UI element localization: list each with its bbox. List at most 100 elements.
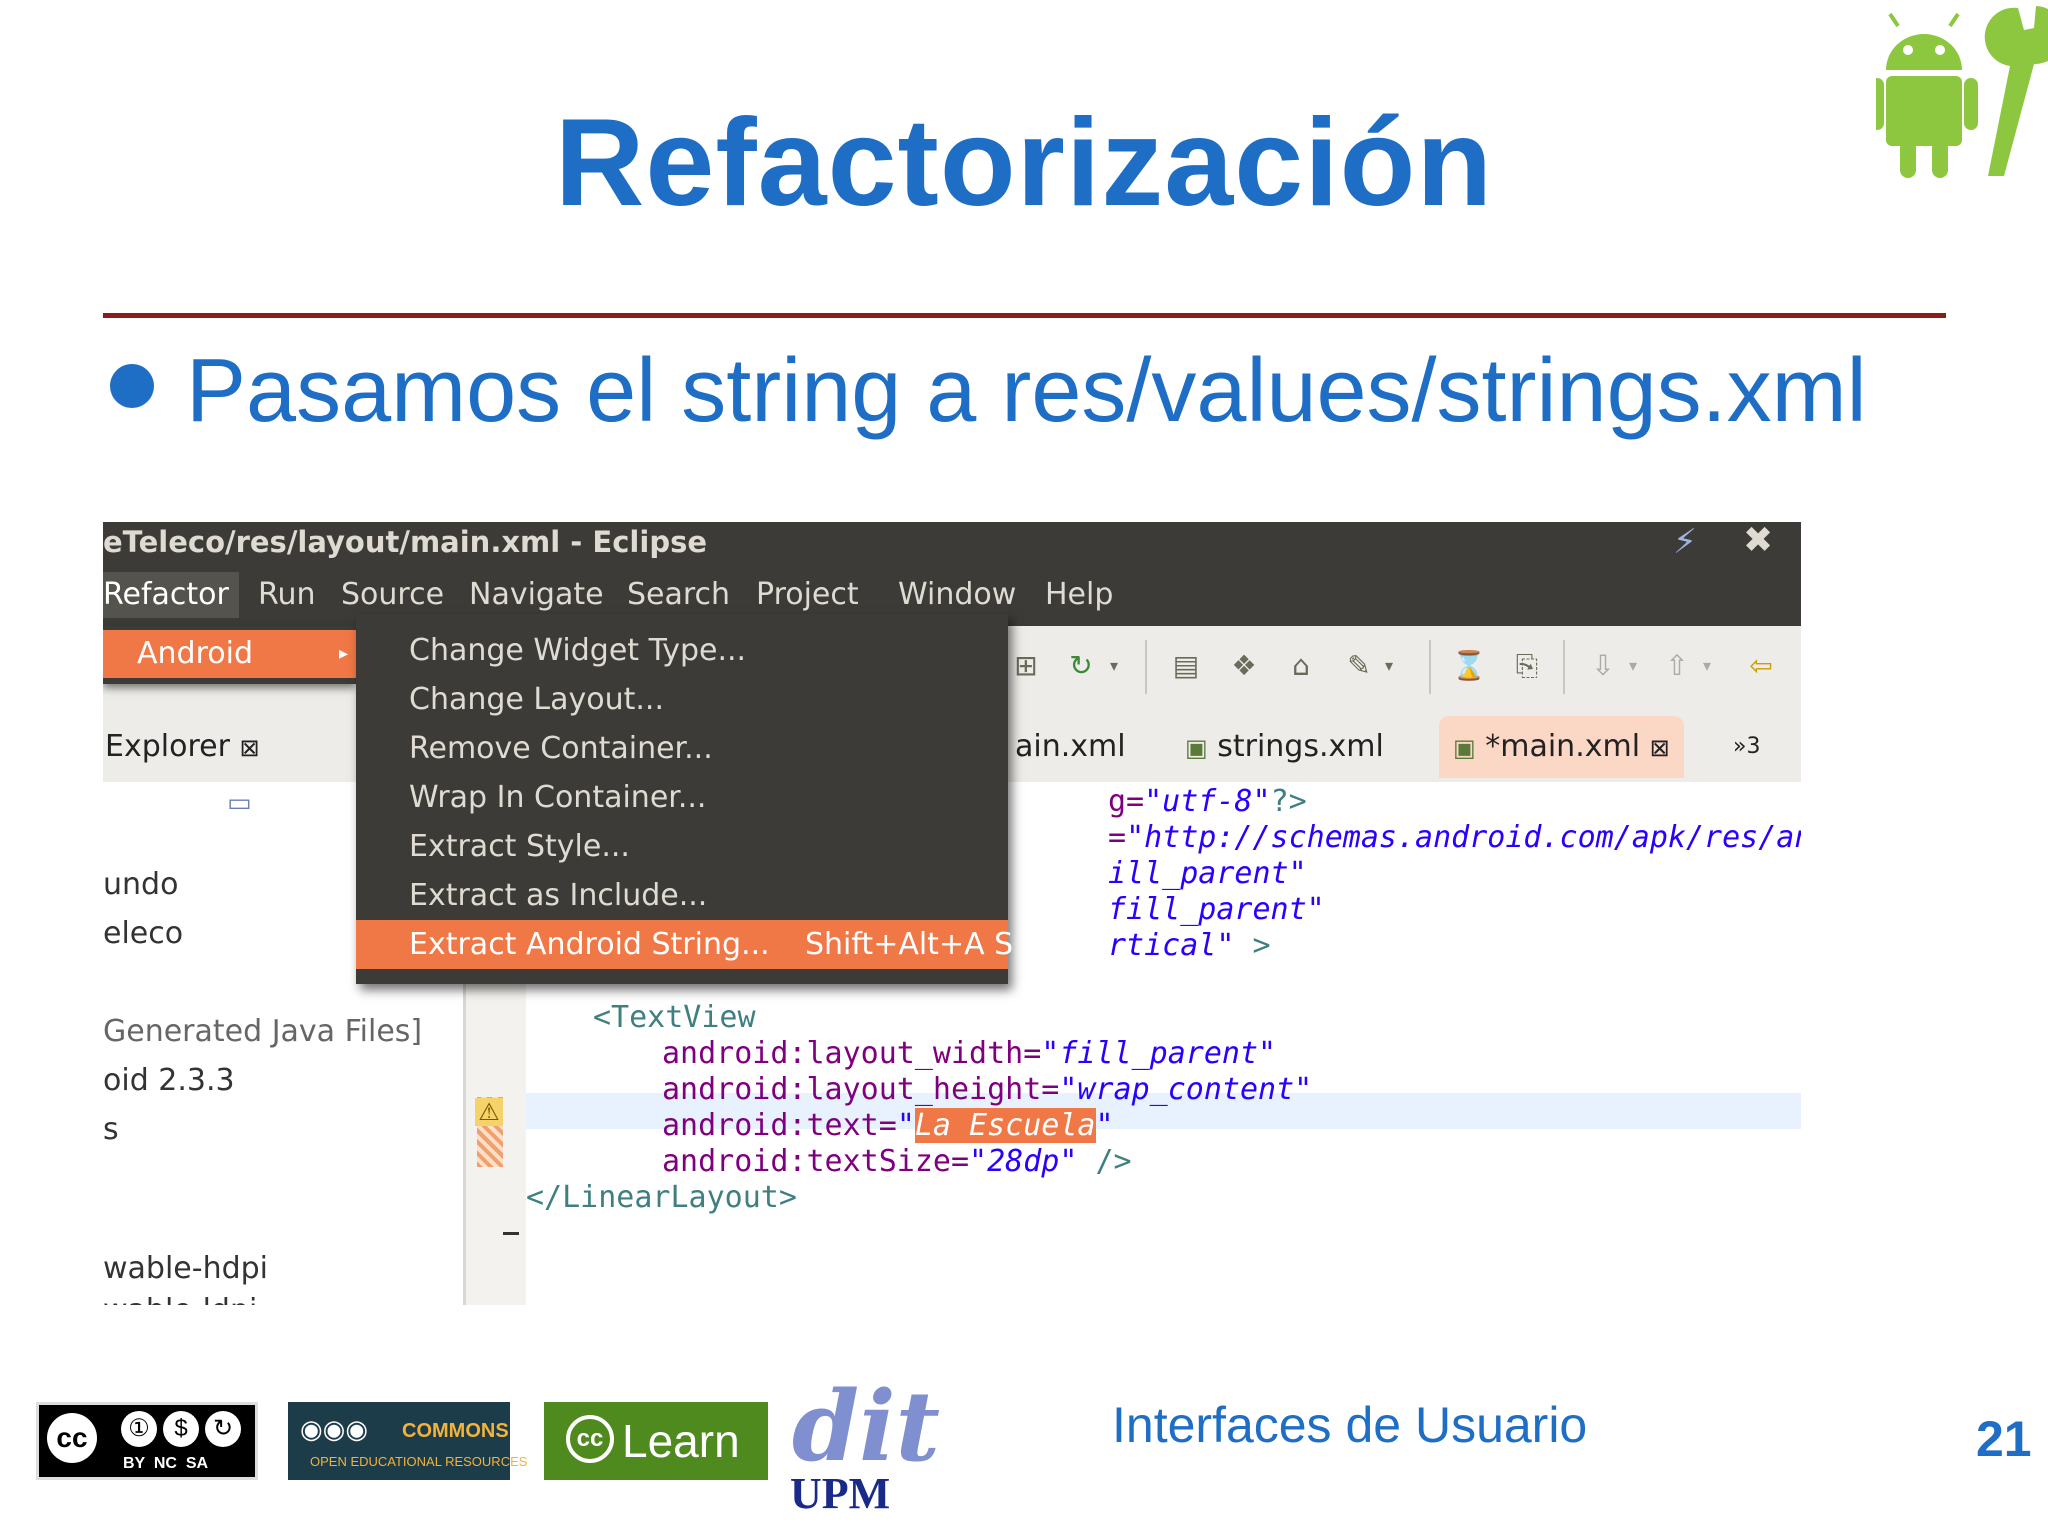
tab-explorer[interactable]: Explorer ⊠ — [103, 716, 274, 778]
celearn-text: Learn — [622, 1415, 740, 1467]
code-text: = — [1108, 820, 1127, 855]
oer-subtitle: OPEN EDUCATIONAL RESOURCES — [310, 1454, 528, 1469]
code-text: <TextView — [593, 1000, 756, 1035]
code-text: /> — [1077, 1144, 1132, 1179]
fold-marker[interactable] — [503, 1232, 519, 1235]
sa-icon: ↻ — [205, 1411, 241, 1447]
cc-terms: BY NC SA — [123, 1455, 209, 1472]
window-title: eTeleco/res/layout/main.xml - Eclipse — [103, 525, 708, 559]
code-text: "wrap_content" — [1059, 1072, 1313, 1107]
menu-project[interactable]: Project — [746, 572, 869, 618]
menu-item-label: Extract as Include... — [409, 878, 708, 913]
celearn-logo: cc Learn — [544, 1402, 768, 1480]
menu-item-label: Remove Container... — [409, 731, 713, 766]
slide-title: Refactorización — [554, 94, 1494, 232]
explorer-item[interactable]: oid 2.3.3 — [103, 1063, 235, 1098]
dropdown-icon[interactable]: ▾ — [1096, 648, 1132, 684]
code-text: g= — [1108, 784, 1145, 819]
code-text: "utf-8" — [1144, 784, 1271, 819]
oer-icon: ◉◉◉ — [300, 1414, 369, 1444]
grid-icon[interactable]: ⊞ — [1008, 648, 1044, 684]
code-text: rtical" — [1108, 928, 1235, 963]
chevron-right-icon: ▸ — [338, 643, 348, 664]
close-icon[interactable]: ⊠ — [239, 734, 259, 762]
menu-item-change-layout[interactable]: Change Layout... — [356, 675, 1008, 724]
menu-refactor[interactable]: Refactor — [103, 572, 239, 618]
new-file-icon[interactable]: ▤ — [1168, 648, 1204, 684]
dropdown-icon[interactable]: ▾ — [1689, 648, 1725, 684]
dropdown-icon[interactable]: ▾ — [1615, 648, 1651, 684]
dit-upm-logo: dit UPM — [786, 1370, 940, 1518]
code-text: </LinearLayout> — [526, 1180, 797, 1215]
oer-title: COMMONS — [402, 1420, 509, 1442]
tab-main-label: *main.xml — [1485, 729, 1641, 764]
code-text: fill_parent" — [1108, 892, 1325, 927]
android-tool-logo — [1876, 6, 2048, 178]
menu-item-remove-container[interactable]: Remove Container... — [356, 724, 1008, 773]
menu-item-change-widget-type[interactable]: Change Widget Type... — [356, 626, 1008, 675]
warning-icon[interactable]: ⚠ — [475, 1098, 503, 1126]
explorer-item[interactable]: eleco — [103, 916, 183, 951]
code-text: ?> — [1270, 784, 1307, 819]
menu-search[interactable]: Search — [617, 572, 740, 618]
tab-main-xml[interactable]: ain.xml — [1001, 716, 1140, 778]
menu-item-label: Wrap In Container... — [409, 780, 707, 815]
code-text: " — [896, 1108, 915, 1143]
by-icon: ① — [121, 1411, 157, 1447]
menu-run[interactable]: Run — [248, 572, 326, 618]
selected-string[interactable]: La Escuela — [914, 1108, 1096, 1143]
new-package-icon[interactable]: ❖ — [1226, 648, 1262, 684]
explorer-item[interactable]: wable-hdpi — [103, 1251, 268, 1286]
android-submenu: Change Widget Type... Change Layout... R… — [356, 614, 1013, 984]
menu-item-extract-as-include[interactable]: Extract as Include... — [356, 871, 1008, 920]
menu-item-shortcut: Shift+Alt+A S — [805, 927, 1014, 962]
bullet-icon — [110, 364, 154, 408]
lightning-icon: ⚡ — [1673, 522, 1697, 562]
code-text: android:layout_height= — [662, 1072, 1060, 1107]
page-number: 21 — [1976, 1411, 2032, 1467]
cc-icon: cc — [47, 1413, 97, 1463]
hourglass-icon[interactable]: ⌛ — [1451, 648, 1487, 684]
code-text: android:textSize= — [662, 1144, 970, 1179]
code-text: " — [1095, 1108, 1114, 1143]
menu-navigate[interactable]: Navigate — [459, 572, 614, 618]
back-icon[interactable]: ⇦ — [1743, 648, 1779, 684]
menu-item-label: Change Widget Type... — [409, 633, 747, 668]
explorer-item[interactable]: s — [103, 1112, 119, 1147]
menu-item-label: Change Layout... — [409, 682, 664, 717]
oer-commons-logo: ◉◉◉ COMMONS OPEN EDUCATIONAL RESOURCES — [288, 1402, 527, 1480]
close-icon[interactable]: ⊠ — [1650, 734, 1670, 762]
menu-item-extract-android-string[interactable]: Extract Android String... Shift+Alt+A S — [356, 920, 1013, 969]
footer-course-name: Interfaces de Usuario — [1112, 1397, 1588, 1453]
explorer-item[interactable]: undo — [103, 867, 178, 902]
cc-license-logo: cc ① $ ↻ BY NC SA — [36, 1402, 258, 1480]
menu-item-extract-style[interactable]: Extract Style... — [356, 822, 1008, 871]
code-text: android:text= — [662, 1108, 897, 1143]
menu-item-label: Android — [137, 636, 253, 671]
upm-text: UPM — [790, 1469, 891, 1518]
xml-file-icon: ▣ — [1185, 734, 1208, 762]
menu-item-label: Extract Android String... — [409, 927, 770, 962]
dit-text: dit — [792, 1370, 940, 1483]
explorer-item[interactable]: Generated Java Files] — [103, 1014, 422, 1049]
menu-help[interactable]: Help — [1035, 572, 1123, 618]
bullet-text: Pasamos el string a res/values/strings.x… — [186, 341, 1867, 441]
menu-item-android[interactable]: Android ▸ — [103, 630, 356, 678]
menu-window[interactable]: Window — [888, 572, 1026, 618]
open-folder-icon[interactable]: ⌂ — [1283, 648, 1319, 684]
tab-strings-xml[interactable]: ▣ strings.xml — [1171, 716, 1398, 778]
nc-icon: $ — [163, 1411, 199, 1447]
run-refresh-icon[interactable]: ↻ — [1063, 648, 1099, 684]
window-control-icon[interactable]: ✖ — [1743, 522, 1773, 561]
code-text: "fill_parent" — [1041, 1036, 1277, 1071]
bookmark-icon[interactable]: ⎘ — [1509, 648, 1545, 684]
tab-main-xml-active[interactable]: ▣ *main.xml ⊠ — [1439, 716, 1684, 778]
explorer-item[interactable]: wable-ldpi — [103, 1293, 257, 1305]
code-text: "28dp" — [969, 1144, 1078, 1179]
menu-item-wrap-in-container[interactable]: Wrap In Container... — [356, 773, 1008, 822]
menu-source[interactable]: Source — [331, 572, 454, 618]
cc-icon: cc — [566, 1415, 614, 1463]
collapse-icon[interactable]: ▭ — [227, 788, 252, 818]
tab-overflow[interactable]: »3 — [1719, 716, 1774, 778]
dropdown-icon[interactable]: ▾ — [1371, 648, 1407, 684]
